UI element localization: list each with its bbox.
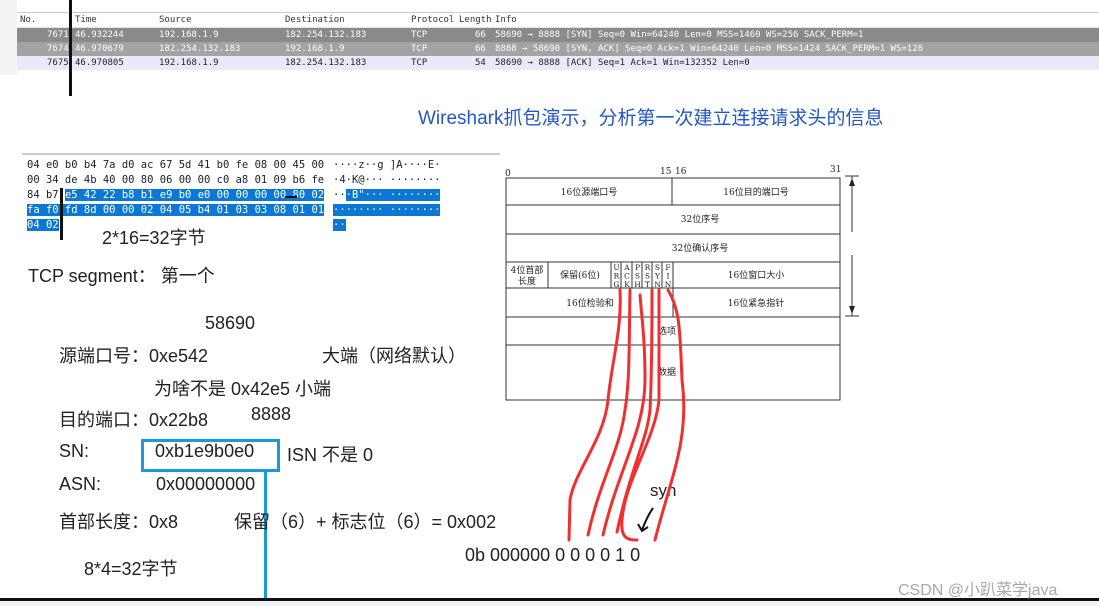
options-field: 选项 [658,325,676,337]
tcp-header-diagram: 0 15 16 31 16位源端口号 16位目的端口号 32位序号 32位确认序… [505,165,859,542]
data-field: 数据 [658,366,676,378]
ack-line [586,288,632,537]
syn-arrow-icon [637,507,654,533]
bit-15: 15 [660,167,672,177]
bottom-strip [0,601,1099,606]
bit-31: 31 [830,165,841,175]
urgent-field: 16位紧急指针 [728,297,784,309]
flag-syn: SYN [653,263,662,289]
watermark: CSDN @小趴菜学java [898,582,1058,599]
rst-line [615,288,654,534]
ack-field: 32位确认序号 [672,242,728,254]
dst-port-field: 16位目的端口号 [723,186,788,198]
reserved-field: 保留(6位) [560,269,600,281]
bit-16: 16 [675,167,687,177]
flag-psh: PSH [633,263,642,289]
flag-rst: RST [643,263,652,289]
seq-field: 32位序号 [681,213,719,225]
hdr-len-field-2: 长度 [518,275,536,287]
flag-ack: ACK [622,263,632,289]
bit-0: 0 [505,169,511,179]
flag-urg: URG [612,263,621,289]
window-field: 16位窗口大小 [728,269,784,281]
hdr-len-field-1: 4位首部 [511,264,544,276]
flag-fin: FIN [663,263,673,289]
src-port-field: 16位源端口号 [561,186,617,198]
checksum-field: 16位检验和 [566,297,613,309]
